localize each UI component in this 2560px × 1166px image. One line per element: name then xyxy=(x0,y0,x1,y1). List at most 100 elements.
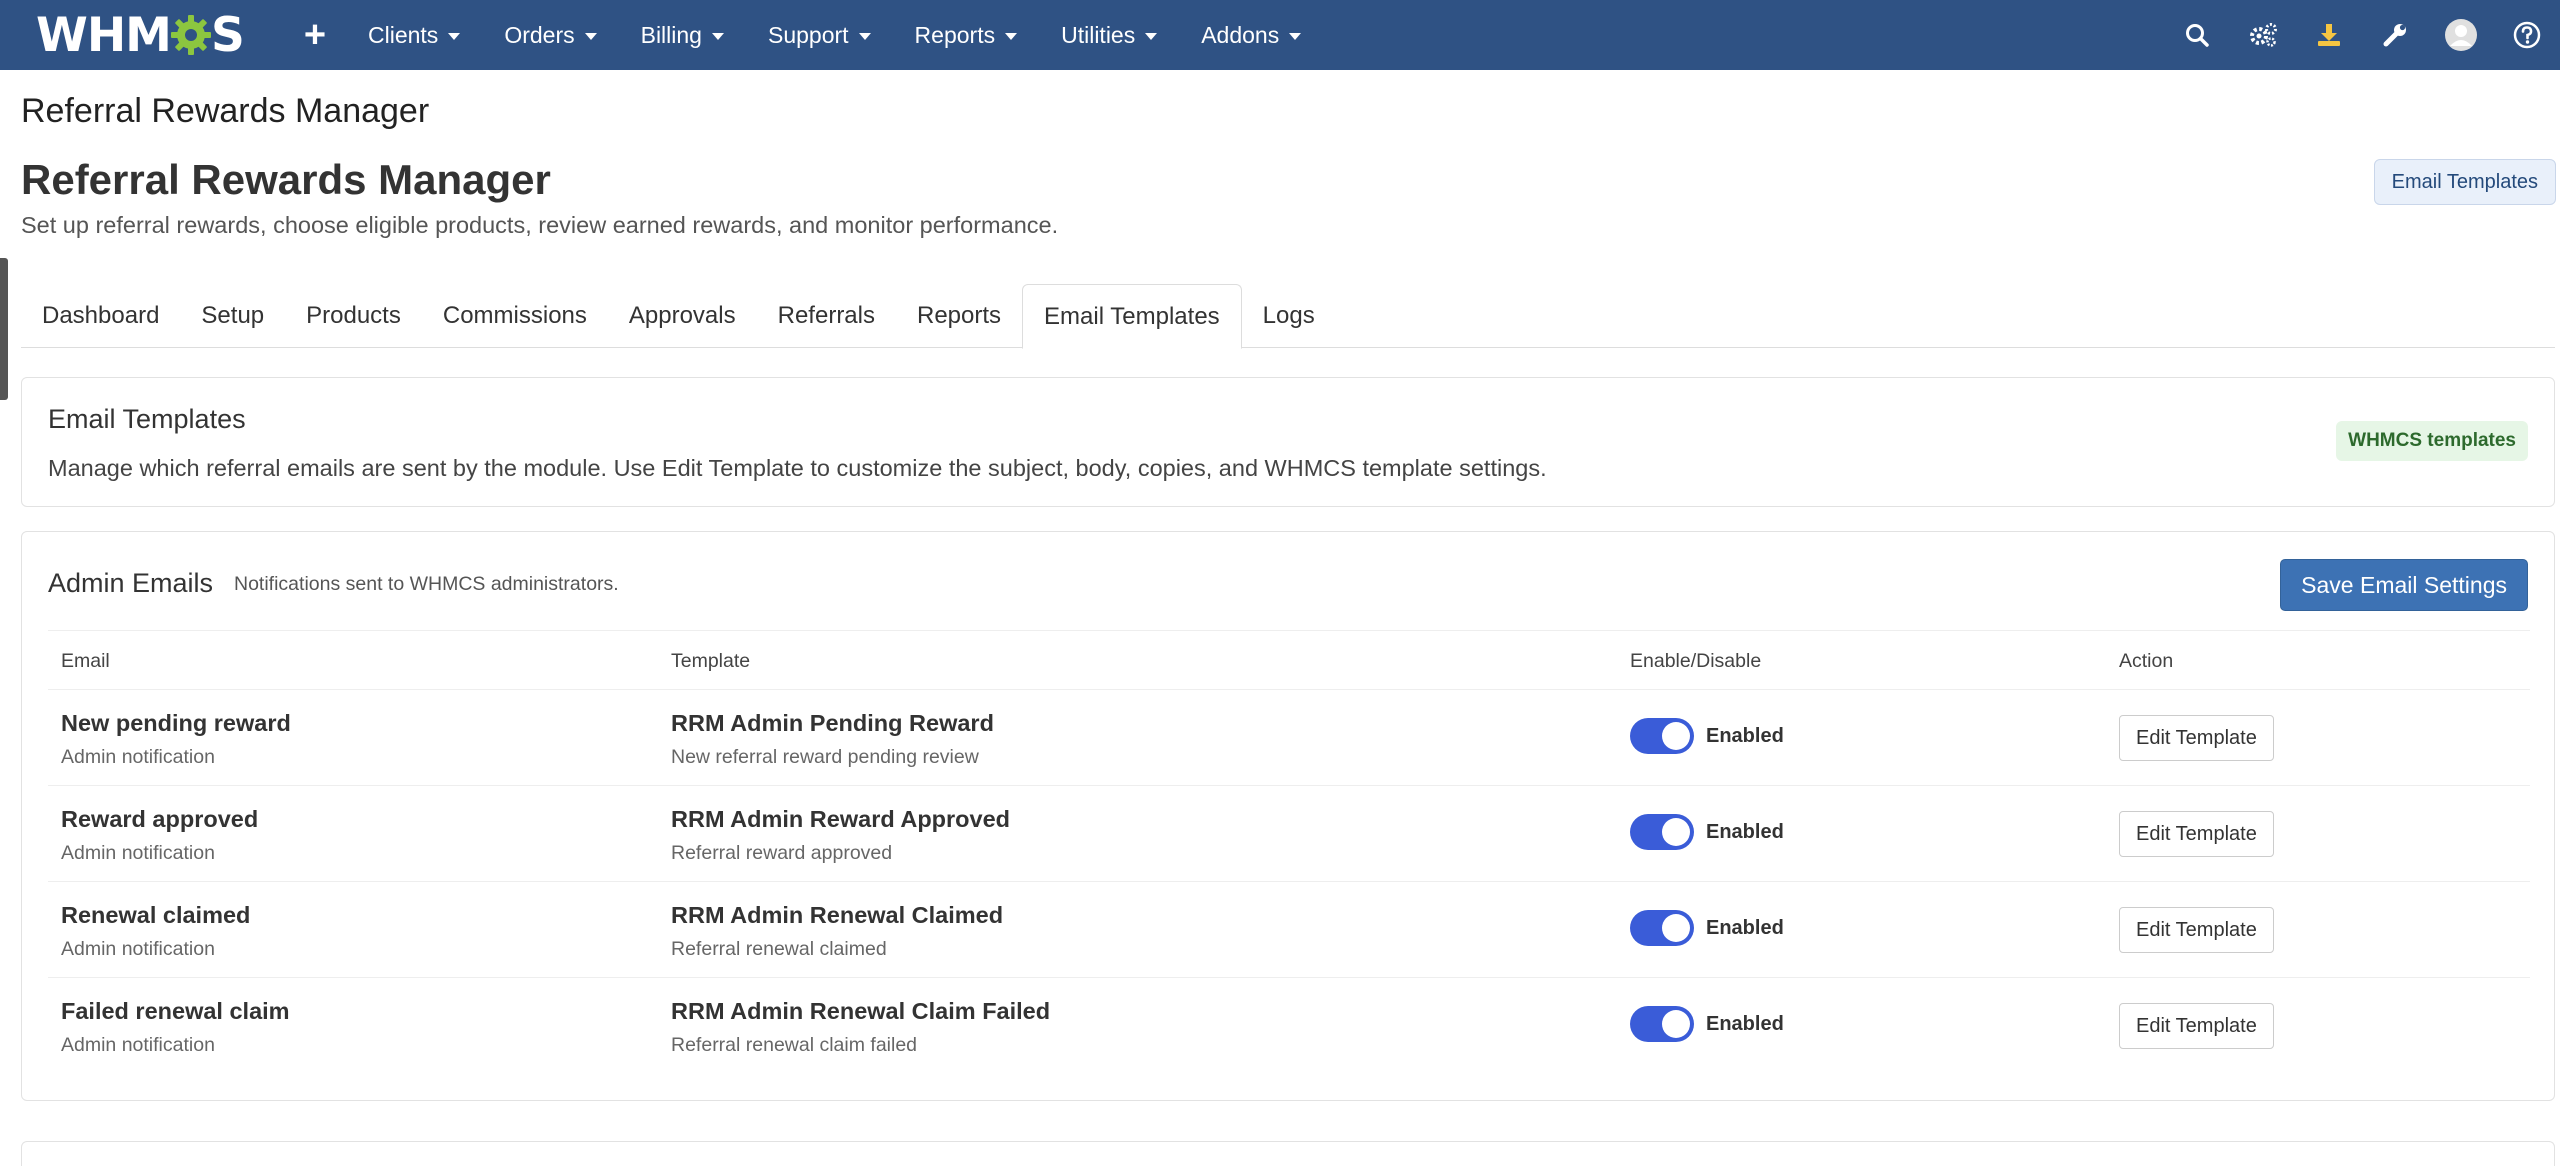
menu-utilities[interactable]: Utilities xyxy=(1061,21,1158,49)
menu-reports[interactable]: Reports xyxy=(915,22,1018,49)
template-name: RRM Admin Renewal Claim Failed xyxy=(671,998,1051,1024)
template-subject: Referral reward approved xyxy=(671,842,893,864)
table-row: Renewal claimed Admin notification RRM A… xyxy=(48,882,2530,978)
tab-setup[interactable]: Setup xyxy=(180,284,285,348)
enable-toggle[interactable] xyxy=(1630,1006,1694,1042)
template-subject: Referral renewal claimed xyxy=(671,938,887,960)
email-templates-intro-card: Email Templates Manage which referral em… xyxy=(21,377,2555,507)
caret-down-icon xyxy=(1289,32,1302,40)
caret-down-icon xyxy=(1145,32,1158,40)
toggle-status: Enabled xyxy=(1706,916,1784,939)
tab-products[interactable]: Products xyxy=(285,284,422,348)
email-name: Renewal claimed xyxy=(61,902,251,928)
column-header-email: Email xyxy=(61,650,110,672)
cogs-icon[interactable] xyxy=(2230,0,2296,70)
toolbar-icons xyxy=(2164,0,2560,70)
template-name: RRM Admin Pending Reward xyxy=(671,710,994,736)
email-templates-header-button[interactable]: Email Templates xyxy=(2373,159,2556,205)
enable-toggle-group: Enabled xyxy=(1630,910,1784,946)
logo-gear-icon xyxy=(170,15,211,55)
menu-support[interactable]: Support xyxy=(768,22,871,49)
enable-toggle-group: Enabled xyxy=(1630,1006,1784,1042)
email-name: New pending reward xyxy=(61,710,291,736)
card-description: Manage which referral emails are sent by… xyxy=(48,455,1547,481)
table-row: Failed renewal claim Admin notification … xyxy=(48,978,2530,1074)
module-tabs: Dashboard Setup Products Commissions App… xyxy=(21,284,2555,349)
email-name: Failed renewal claim xyxy=(61,998,290,1024)
menu-billing[interactable]: Billing xyxy=(641,22,724,49)
save-email-settings-button[interactable]: Save Email Settings xyxy=(2280,559,2528,611)
admin-emails-table: Email Template Enable/Disable Action New… xyxy=(48,630,2530,1074)
download-icon[interactable] xyxy=(2296,0,2362,70)
tab-commissions[interactable]: Commissions xyxy=(422,284,608,348)
menu-label: Billing xyxy=(640,21,702,48)
page-title: Referral Rewards Manager xyxy=(21,156,551,203)
template-subject: Referral renewal claim failed xyxy=(671,1034,918,1056)
column-header-enable: Enable/Disable xyxy=(1630,650,1762,672)
main-menu: Clients Orders Billing Support Reports U… xyxy=(368,0,1345,70)
caret-down-icon xyxy=(584,32,597,40)
column-header-action: Action xyxy=(2119,650,2174,672)
tab-reports[interactable]: Reports xyxy=(896,284,1022,348)
table-header: Email Template Enable/Disable Action xyxy=(48,630,2530,690)
edit-template-button[interactable]: Edit Template xyxy=(2119,1003,2274,1049)
menu-label: Clients xyxy=(368,21,439,48)
menu-label: Orders xyxy=(504,21,575,48)
email-type: Admin notification xyxy=(61,938,215,960)
caret-down-icon xyxy=(1005,32,1018,40)
enable-toggle[interactable] xyxy=(1630,910,1694,946)
top-navbar: WHM S + Clients Orders Billing Support R… xyxy=(0,0,2560,70)
template-name: RRM Admin Reward Approved xyxy=(671,806,1011,832)
toggle-status: Enabled xyxy=(1706,820,1784,843)
search-icon[interactable] xyxy=(2164,0,2230,70)
card-title: Email Templates xyxy=(48,404,246,434)
help-icon[interactable] xyxy=(2494,0,2560,70)
menu-clients[interactable]: Clients xyxy=(368,21,461,49)
toggle-status: Enabled xyxy=(1706,1012,1784,1035)
email-type: Admin notification xyxy=(61,1034,215,1056)
logo-text-right: S xyxy=(210,7,245,63)
enable-toggle[interactable] xyxy=(1630,814,1694,850)
enable-toggle-group: Enabled xyxy=(1630,814,1784,850)
quick-add-button[interactable]: + xyxy=(298,16,332,54)
menu-label: Utilities xyxy=(1061,21,1136,48)
whmcs-templates-badge: WHMCS templates xyxy=(2336,421,2528,461)
email-type: Admin notification xyxy=(61,842,215,864)
caret-down-icon xyxy=(711,32,724,40)
logo-text-left: WHM xyxy=(36,7,172,63)
admin-emails-title: Admin Emails xyxy=(48,568,214,598)
menu-label: Addons xyxy=(1201,21,1280,48)
whmcs-logo[interactable]: WHM S xyxy=(36,6,245,64)
caret-down-icon xyxy=(448,32,461,40)
tab-dashboard[interactable]: Dashboard xyxy=(21,284,180,348)
caret-down-icon xyxy=(858,32,871,40)
client-emails-card xyxy=(21,1141,2555,1166)
toggle-status: Enabled xyxy=(1706,724,1784,747)
menu-orders[interactable]: Orders xyxy=(504,21,597,49)
email-name: Reward approved xyxy=(61,806,259,832)
table-row: Reward approved Admin notification RRM A… xyxy=(48,786,2530,882)
menu-label: Reports xyxy=(914,21,996,48)
menu-addons[interactable]: Addons xyxy=(1201,21,1302,49)
avatar[interactable] xyxy=(2428,0,2494,70)
enable-toggle-group: Enabled xyxy=(1630,718,1784,754)
email-type: Admin notification xyxy=(61,746,215,768)
page-subtitle: Set up referral rewards, choose eligible… xyxy=(21,212,1059,238)
edit-template-button[interactable]: Edit Template xyxy=(2119,811,2274,857)
edit-template-button[interactable]: Edit Template xyxy=(2119,715,2274,761)
tab-email-templates[interactable]: Email Templates xyxy=(1022,284,1242,349)
template-name: RRM Admin Renewal Claimed xyxy=(671,902,1004,928)
admin-emails-card: Admin Emails Notifications sent to WHMCS… xyxy=(21,531,2555,1101)
edit-template-button[interactable]: Edit Template xyxy=(2119,907,2274,953)
sidebar-toggle-handle[interactable] xyxy=(0,258,8,400)
breadcrumb-title: Referral Rewards Manager xyxy=(21,92,430,130)
tab-referrals[interactable]: Referrals xyxy=(757,284,896,348)
column-header-template: Template xyxy=(671,650,751,672)
wrench-icon[interactable] xyxy=(2362,0,2428,70)
admin-emails-note: Notifications sent to WHMCS administrato… xyxy=(234,573,619,595)
tab-logs[interactable]: Logs xyxy=(1242,284,1336,348)
enable-toggle[interactable] xyxy=(1630,718,1694,754)
menu-label: Support xyxy=(767,21,849,48)
tab-approvals[interactable]: Approvals xyxy=(608,284,757,348)
table-row: New pending reward Admin notification RR… xyxy=(48,690,2530,786)
